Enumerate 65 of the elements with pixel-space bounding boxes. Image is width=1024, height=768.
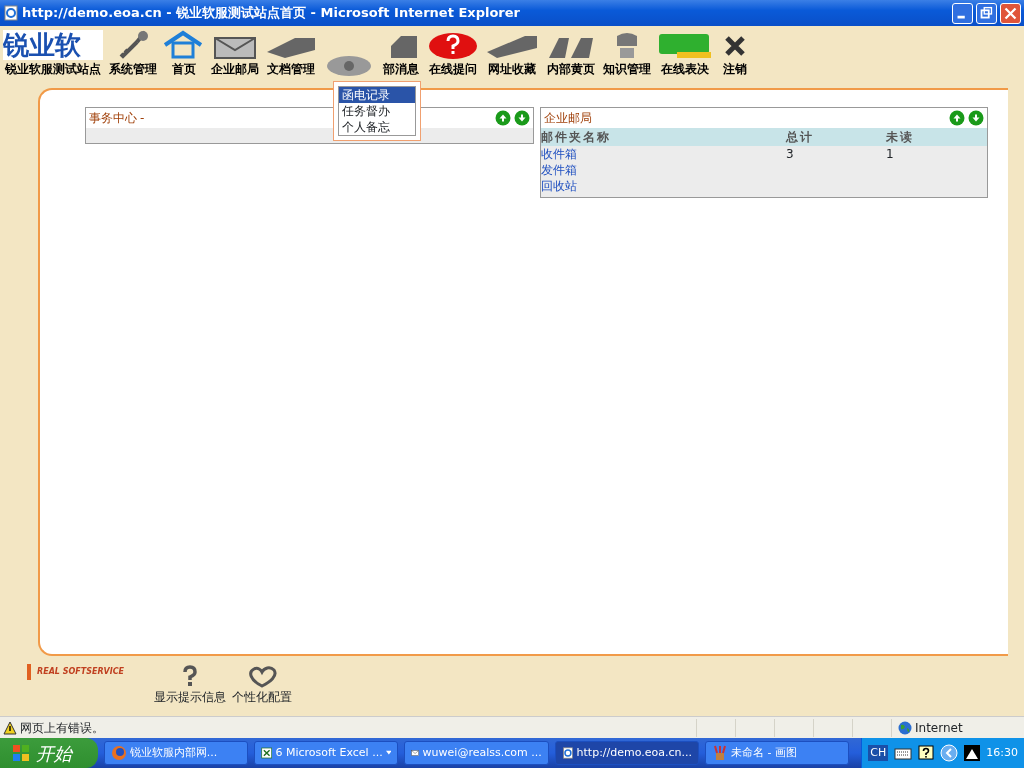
- arrow-up-icon[interactable]: [495, 110, 511, 126]
- toolbar-label[interactable]: 企业邮局: [211, 60, 259, 78]
- question-icon[interactable]: [427, 30, 479, 60]
- toolbar-label[interactable]: 网址收藏: [488, 60, 536, 78]
- ie-page-icon: [3, 5, 19, 21]
- toolbar-label[interactable]: 在线表决: [661, 60, 709, 78]
- help-icon[interactable]: [918, 745, 935, 761]
- toolbar-label[interactable]: 知识管理: [603, 60, 651, 78]
- toolbar-label[interactable]: 文档管理: [267, 60, 315, 78]
- warning-icon: [3, 720, 17, 735]
- zone-label: Internet: [915, 719, 963, 737]
- column-header: 未读: [886, 129, 914, 146]
- toolbar-label[interactable]: 注销: [723, 60, 747, 78]
- column-header: 邮件夹名称: [541, 129, 612, 146]
- toolbar-label[interactable]: 部消息: [383, 60, 419, 78]
- start-button[interactable]: 开始: [0, 738, 98, 768]
- toolbar-label[interactable]: 在线提问: [429, 60, 477, 78]
- restore-button[interactable]: [976, 2, 997, 24]
- windows-flag-icon: [12, 744, 30, 762]
- panel-dash: -: [140, 110, 145, 127]
- taskbar-button[interactable]: 未命名 - 画图: [705, 741, 850, 765]
- taskbar-button[interactable]: http://demo.eoa.cn...: [554, 741, 699, 765]
- toolbar-label[interactable]: 首页: [172, 60, 196, 78]
- table-cell: 1: [886, 147, 894, 161]
- spreadsheet-icon: [261, 745, 273, 761]
- panel-title: 事务中心: [89, 110, 137, 127]
- column-header: 总计: [786, 129, 815, 146]
- toolbar-label[interactable]: 内部黄页: [547, 60, 595, 78]
- taskbar-button[interactable]: 锐业软服内部网...: [103, 741, 249, 765]
- toolbar-label[interactable]: 系统管理: [109, 60, 157, 78]
- language-indicator[interactable]: CH: [868, 744, 889, 762]
- tray-app-icon[interactable]: [964, 745, 981, 761]
- arrow-down-icon[interactable]: [968, 110, 984, 126]
- window-title: http://demo.eoa.cn - 锐业软服测试站点首页 - Microsoft Internet Explorer: [22, 4, 521, 23]
- menu-item[interactable]: 个人备忘: [339, 119, 415, 135]
- folder-link[interactable]: 回收站: [541, 179, 577, 193]
- start-label: 开始: [36, 741, 72, 766]
- site-name[interactable]: 锐业软服测试站点: [5, 60, 101, 78]
- paint-brushes-icon: [712, 745, 728, 761]
- status-message: 网页上有错误。: [20, 719, 105, 737]
- arrow-up-icon[interactable]: [949, 110, 965, 126]
- globe-icon: [898, 720, 912, 735]
- folder-link[interactable]: 发件箱: [541, 163, 577, 177]
- arrow-down-icon[interactable]: [514, 110, 530, 126]
- logo-text: 锐业软: [3, 30, 103, 60]
- menu-item[interactable]: 函电记录: [339, 87, 415, 103]
- panel-title: 企业邮局: [544, 110, 592, 127]
- logo-mark-icon: [24, 664, 34, 680]
- ie-page-icon: [561, 745, 574, 761]
- table-cell: 3: [786, 147, 794, 161]
- footer-logo: REAL SOFTSERVICE: [37, 666, 125, 678]
- clock: 16:30: [986, 744, 1018, 761]
- chevron-left-icon[interactable]: [940, 744, 959, 762]
- taskbar-button[interactable]: wuwei@realss.com ...: [404, 741, 549, 765]
- browser-globe-icon: [110, 745, 127, 761]
- taskbar-button[interactable]: 6 Microsoft Excel ...: [254, 741, 399, 765]
- keyboard-icon[interactable]: [894, 746, 913, 760]
- footer-link[interactable]: 显示提示信息: [154, 688, 227, 706]
- heart-outline-icon[interactable]: [246, 664, 279, 688]
- menu-item[interactable]: 任务督办: [339, 103, 415, 119]
- house-icon[interactable]: [163, 30, 205, 60]
- footer-link[interactable]: 个性化配置: [232, 688, 293, 706]
- minimize-button[interactable]: [952, 2, 973, 24]
- folder-link[interactable]: 收件箱: [541, 147, 577, 161]
- close-button[interactable]: [1000, 2, 1021, 24]
